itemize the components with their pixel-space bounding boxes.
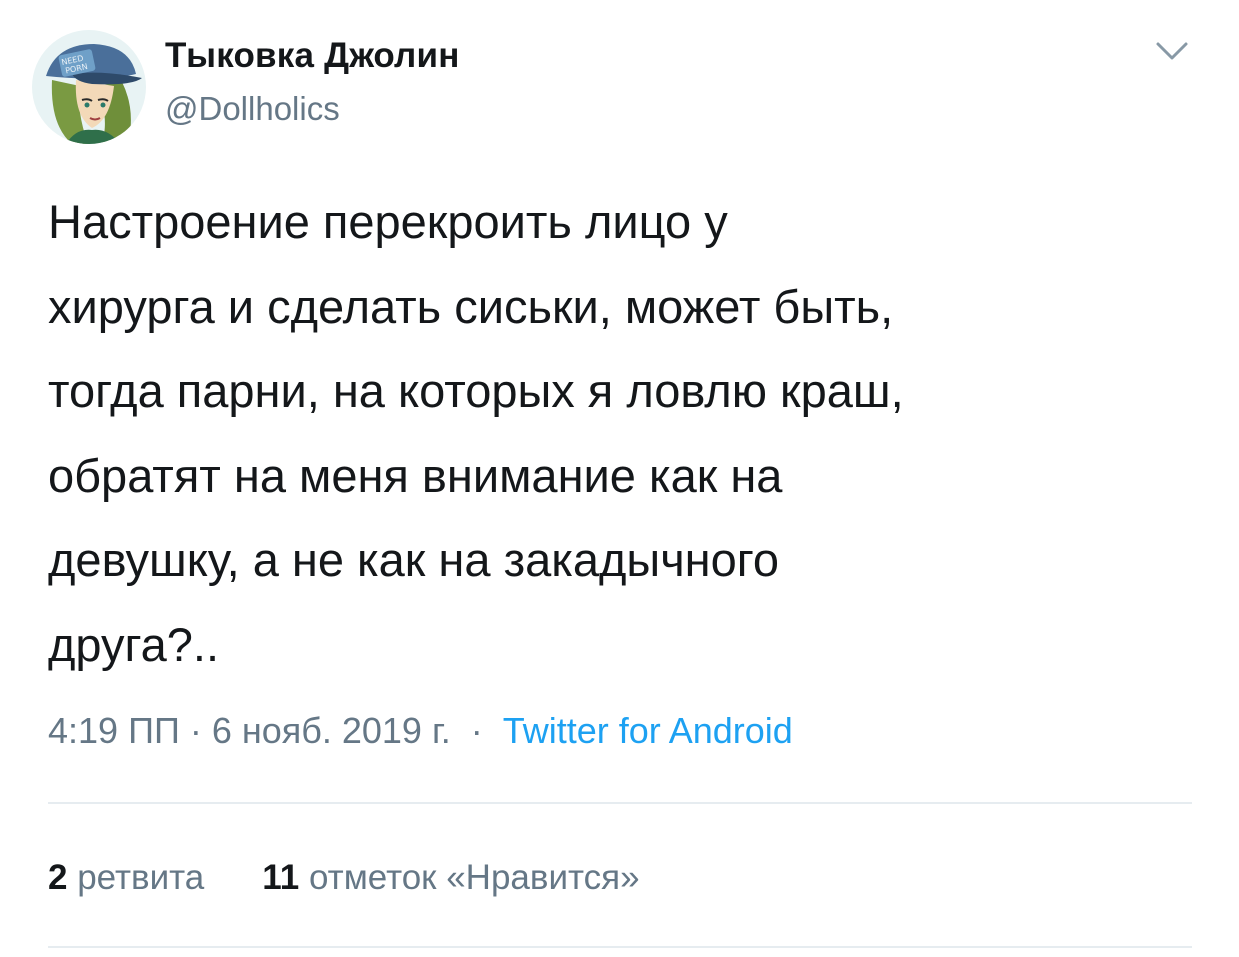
tweet-card: NEED PORN Тыковка Джолин @Dollholics Нас… — [0, 0, 1239, 957]
tweet-menu-button[interactable] — [1148, 36, 1196, 66]
retweets-stat[interactable]: 2 ретвита — [48, 858, 204, 897]
chevron-down-icon — [1156, 42, 1188, 60]
tweet-meta: 4:19 ПП · 6 нояб. 2019 г. · Twitter for … — [48, 710, 793, 752]
likes-count: 11 — [262, 858, 300, 897]
author-avatar[interactable]: NEED PORN — [32, 30, 146, 144]
tweet-source-link[interactable]: Twitter for Android — [503, 710, 793, 751]
meta-separator-2: · — [450, 710, 503, 751]
tweet-time[interactable]: 4:19 ПП — [48, 710, 180, 751]
tweet-text: Настроение перекроить лицо у хирурга и с… — [48, 195, 904, 671]
author-display-name[interactable]: Тыковка Джолин — [165, 36, 460, 76]
meta-separator: · — [179, 710, 212, 751]
retweets-label: ретвита — [77, 858, 205, 897]
divider — [48, 802, 1192, 804]
author-handle[interactable]: @Dollholics — [165, 90, 340, 128]
retweets-count: 2 — [48, 858, 68, 897]
divider — [48, 946, 1192, 948]
likes-stat[interactable]: 11 отметок «Нравится» — [262, 858, 639, 897]
tweet-date[interactable]: 6 нояб. 2019 г. — [212, 710, 451, 751]
likes-label: отметок «Нравится» — [308, 858, 640, 897]
anime-avatar-icon: NEED PORN — [32, 30, 146, 144]
tweet-stats: 2 ретвита 11 отметок «Нравится» — [48, 858, 640, 898]
